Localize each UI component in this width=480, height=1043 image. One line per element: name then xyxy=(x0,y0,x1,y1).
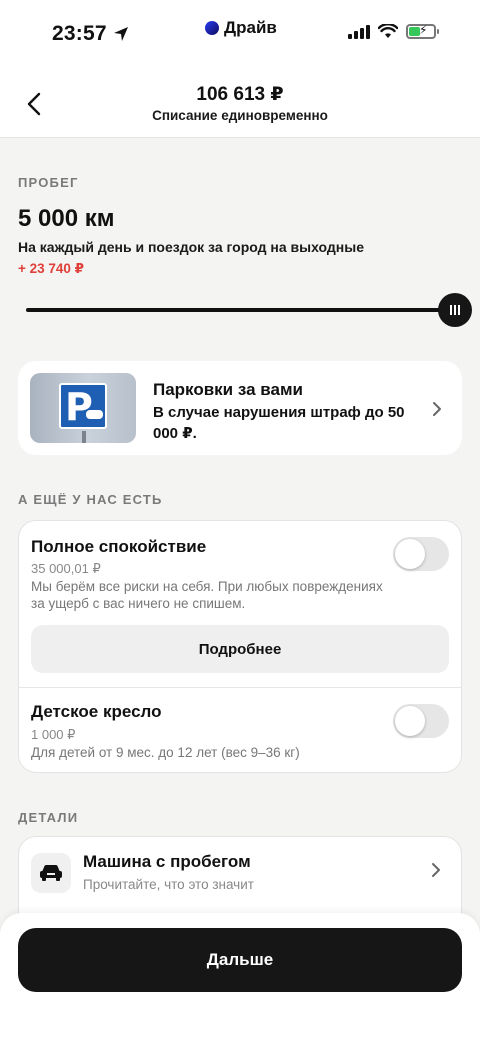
location-arrow-icon xyxy=(114,27,128,41)
full-coverage-toggle[interactable] xyxy=(393,537,449,571)
charging-bolt-icon: ⚡ xyxy=(419,23,428,37)
mileage-slider[interactable] xyxy=(26,293,472,327)
more-details-button[interactable]: Подробнее xyxy=(31,625,449,673)
chevron-right-icon[interactable] xyxy=(431,862,441,878)
details-item-subtitle: Прочитайте, что это значит xyxy=(83,877,254,892)
mileage-description: На каждый день и поездок за город на вых… xyxy=(18,239,364,255)
option-price: 1 000 ₽ xyxy=(31,727,76,742)
parking-title: Парковки за вами xyxy=(153,380,303,399)
battery-icon: ⚡ xyxy=(406,23,439,39)
extras-card: Полное спокойствие 35 000,01 ₽ Мы берём … xyxy=(18,520,462,773)
status-app-indicator: Драйв xyxy=(205,18,277,38)
car-icon xyxy=(31,853,71,893)
status-app-name: Драйв xyxy=(224,18,277,37)
app-logo-icon xyxy=(205,21,219,35)
slider-thumb[interactable] xyxy=(438,293,472,327)
mileage-section-label: ПРОБЕГ xyxy=(18,175,79,190)
wifi-icon xyxy=(378,24,398,38)
option-title: Детское кресло xyxy=(31,702,162,721)
header: 106 613 ₽ Списание единовременно xyxy=(0,70,480,138)
option-description: Мы берём все риски на себя. При любых по… xyxy=(31,579,383,611)
option-title: Полное спокойствие xyxy=(31,537,207,556)
details-item-title: Машина с пробегом xyxy=(83,852,251,871)
details-section-label: ДЕТАЛИ xyxy=(18,810,79,825)
total-price: 106 613 ₽ xyxy=(196,84,284,105)
mileage-extra-price: + 23 740 ₽ xyxy=(18,261,85,276)
payment-note: Списание единовременно xyxy=(152,108,328,123)
divider xyxy=(19,687,461,688)
child-seat-toggle[interactable] xyxy=(393,704,449,738)
extras-section-label: А ЕЩЁ У НАС ЕСТЬ xyxy=(18,492,163,507)
slider-track[interactable] xyxy=(26,308,454,312)
option-price: 35 000,01 ₽ xyxy=(31,561,101,576)
cellular-signal-icon xyxy=(348,24,370,39)
parking-sign-icon: P xyxy=(59,383,107,429)
option-description: Для детей от 9 мес. до 12 лет (вес 9–36 … xyxy=(31,745,300,760)
mileage-value: 5 000 км xyxy=(18,205,115,232)
status-icons: ⚡ xyxy=(348,23,439,39)
parking-sign-image: P xyxy=(30,373,136,443)
chevron-right-icon xyxy=(433,402,441,416)
next-button[interactable]: Дальше xyxy=(18,928,462,992)
bottom-action-bar: Дальше xyxy=(0,913,480,1043)
parking-card[interactable]: P Парковки за вами В случае нарушения шт… xyxy=(18,361,462,455)
status-bar: 23:57 Драйв ⚡ xyxy=(0,0,480,70)
status-time: 23:57 xyxy=(52,22,107,45)
parking-text: В случае нарушения штраф до 50 000 ₽. xyxy=(153,404,405,442)
